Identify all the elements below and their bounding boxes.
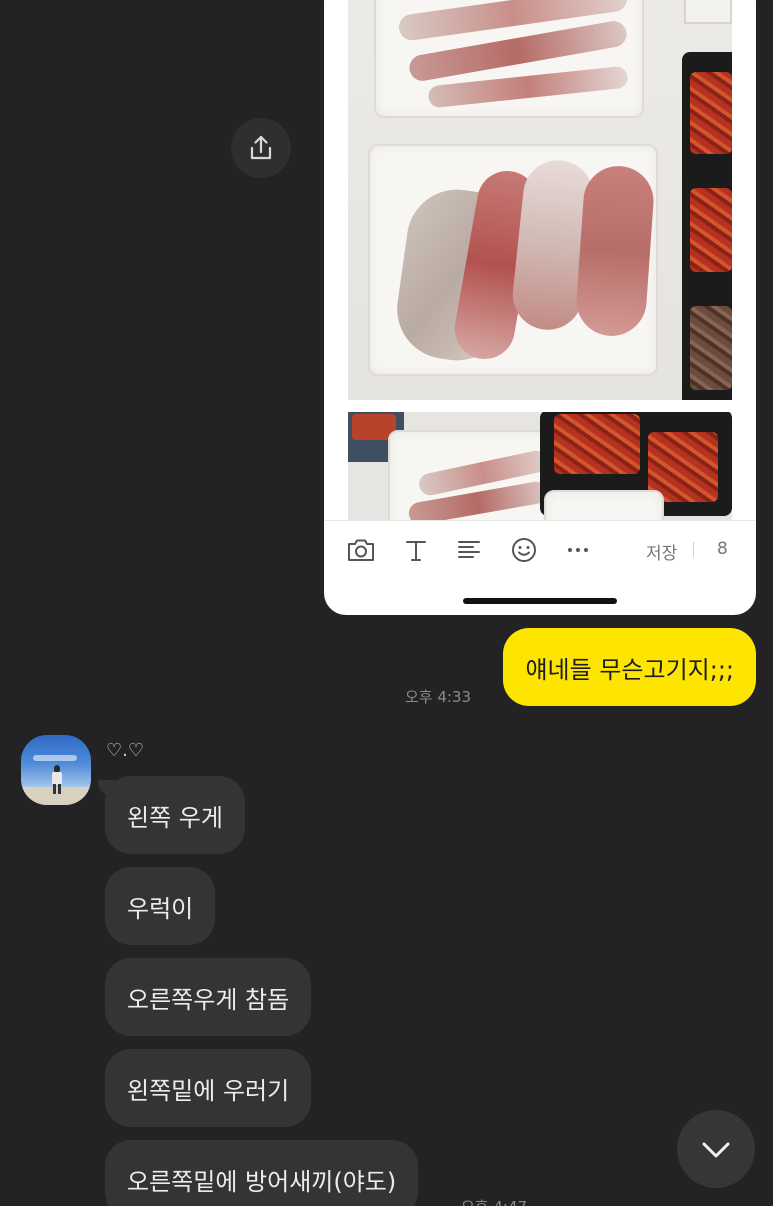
share-icon — [250, 135, 272, 160]
friend-message-bubble[interactable]: 오른쪽우게 참돔 — [105, 958, 312, 1036]
save-button[interactable]: 저장 — [646, 539, 677, 564]
friend-message-bubble[interactable]: 왼쪽밑에 우러기 — [105, 1049, 312, 1127]
emoji-icon[interactable] — [509, 535, 539, 565]
camera-icon[interactable] — [346, 535, 376, 565]
text-icon[interactable] — [401, 535, 431, 565]
friend-name: ♡.♡ — [106, 740, 144, 761]
toolbar-separator — [693, 542, 694, 557]
photo-divider — [348, 400, 732, 412]
more-icon[interactable] — [563, 535, 593, 565]
friend-message-bubble[interactable]: 우럭이 — [105, 867, 216, 945]
align-icon[interactable] — [454, 535, 484, 565]
scroll-to-bottom-button[interactable] — [677, 1110, 755, 1188]
message-time: 오후 4:33 — [405, 688, 472, 706]
avatar[interactable] — [21, 735, 91, 805]
chat-screen: 저장 8 오후 4:33 얘네들 무슨고기지;;; ♡.♡ 왼쪽 우게 우럭이 … — [0, 0, 773, 1206]
page-count: 8 — [717, 539, 728, 559]
sashimi-photo-2 — [348, 412, 732, 520]
sashimi-photo — [348, 0, 732, 400]
editor-toolbar: 저장 8 — [324, 520, 756, 576]
chevron-down-icon — [702, 1142, 730, 1158]
message-time: 오후 4:47 — [461, 1196, 527, 1206]
share-button[interactable] — [231, 118, 291, 178]
friend-message-bubble[interactable]: 오른쪽밑에 방어새끼(야도) — [105, 1140, 419, 1206]
home-indicator — [463, 598, 617, 604]
friend-message-bubble[interactable]: 왼쪽 우게 — [105, 776, 245, 854]
my-message-bubble[interactable]: 얘네들 무슨고기지;;; — [503, 628, 756, 706]
shared-screenshot-message[interactable]: 저장 8 — [324, 0, 756, 615]
